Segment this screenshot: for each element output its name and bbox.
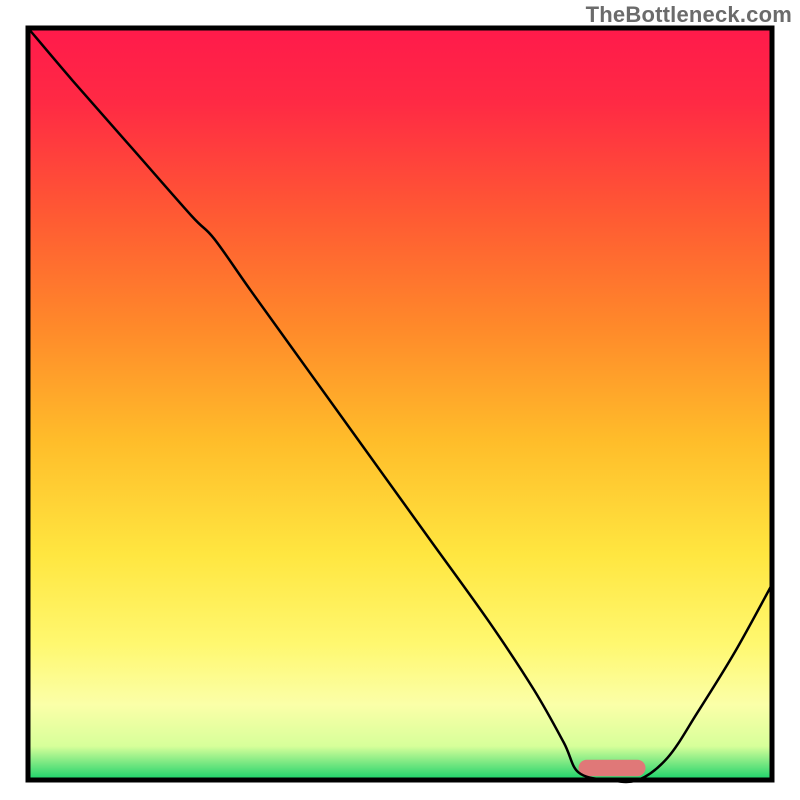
bottleneck-chart [0, 0, 800, 800]
plot-background-gradient [28, 28, 772, 780]
chart-frame: TheBottleneck.com [0, 0, 800, 800]
watermark-text: TheBottleneck.com [586, 2, 792, 28]
optimal-marker [579, 760, 646, 777]
